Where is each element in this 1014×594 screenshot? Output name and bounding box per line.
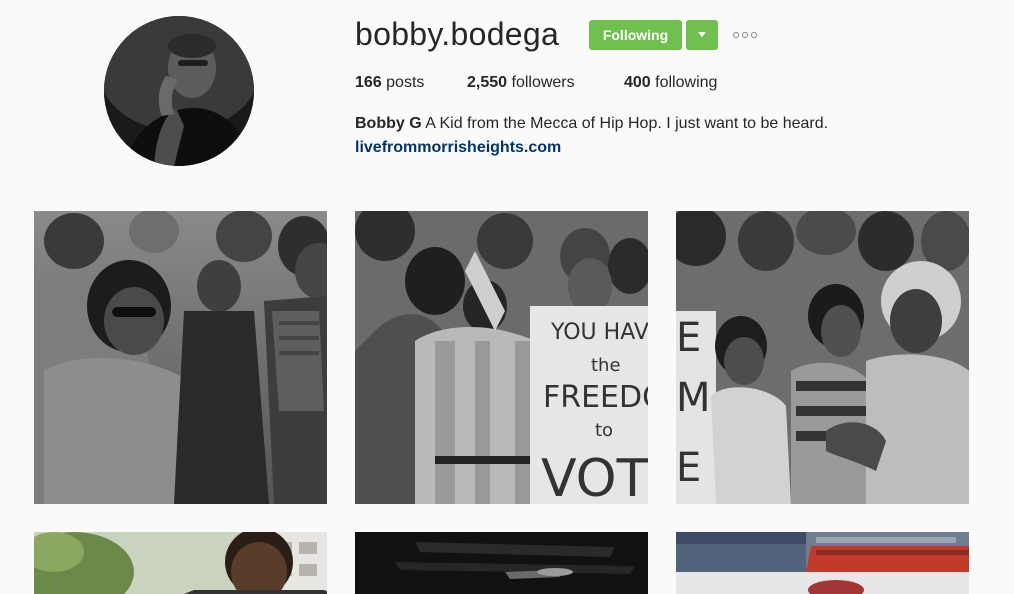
sign-letter-1: E bbox=[676, 315, 701, 361]
sign-line-1: YOU HAVE bbox=[550, 320, 648, 345]
following-label: following bbox=[655, 74, 718, 91]
photo-image bbox=[355, 532, 648, 594]
more-options-button[interactable] bbox=[731, 26, 761, 44]
posts-label: posts bbox=[386, 74, 425, 91]
followers-count: 2,550 bbox=[467, 74, 508, 91]
profile-avatar[interactable] bbox=[104, 16, 254, 166]
photo-image: YOU HAVE the FREEDOM to VOT bbox=[355, 211, 648, 504]
photo-tile-4[interactable] bbox=[34, 532, 327, 594]
following-count: 400 bbox=[624, 74, 651, 91]
bio-name: Bobby G bbox=[355, 115, 422, 132]
photo-tile-3[interactable]: E M E bbox=[676, 211, 969, 504]
more-options-icon bbox=[732, 31, 758, 39]
sign-line-4: to bbox=[595, 420, 613, 441]
followers-label: followers bbox=[511, 74, 575, 91]
profile-website-link[interactable]: livefrommorrisheights.com bbox=[355, 138, 561, 158]
photo-image bbox=[34, 211, 327, 504]
photo-tile-2[interactable]: YOU HAVE the FREEDOM to VOT bbox=[355, 211, 648, 504]
posts-count: 166 bbox=[355, 74, 382, 91]
photo-image: E M E bbox=[676, 211, 969, 504]
sign-letter-3: E bbox=[676, 445, 701, 491]
following-stat[interactable]: 400 following bbox=[624, 73, 717, 93]
photo-image bbox=[34, 532, 327, 594]
sign-letter-2: M bbox=[676, 375, 711, 421]
following-button[interactable]: Following bbox=[589, 20, 682, 50]
sign-line-5: VOT bbox=[541, 449, 648, 504]
bio-text: A Kid from the Mecca of Hip Hop. I just … bbox=[425, 115, 829, 132]
suggested-accounts-button[interactable] bbox=[686, 20, 718, 50]
photo-image bbox=[676, 532, 969, 594]
sign-line-2: the bbox=[591, 355, 621, 376]
chevron-down-icon bbox=[698, 32, 706, 37]
profile-username: bobby.bodega bbox=[355, 16, 560, 52]
followers-stat[interactable]: 2,550 followers bbox=[467, 73, 575, 93]
photo-tile-6[interactable] bbox=[676, 532, 969, 594]
profile-bio: Bobby G A Kid from the Mecca of Hip Hop.… bbox=[355, 114, 828, 134]
avatar-photo bbox=[104, 16, 254, 166]
photo-tile-5[interactable] bbox=[355, 532, 648, 594]
sign-line-3: FREEDOM bbox=[543, 380, 648, 415]
photo-tile-1[interactable] bbox=[34, 211, 327, 504]
posts-stat: 166 posts bbox=[355, 73, 424, 93]
